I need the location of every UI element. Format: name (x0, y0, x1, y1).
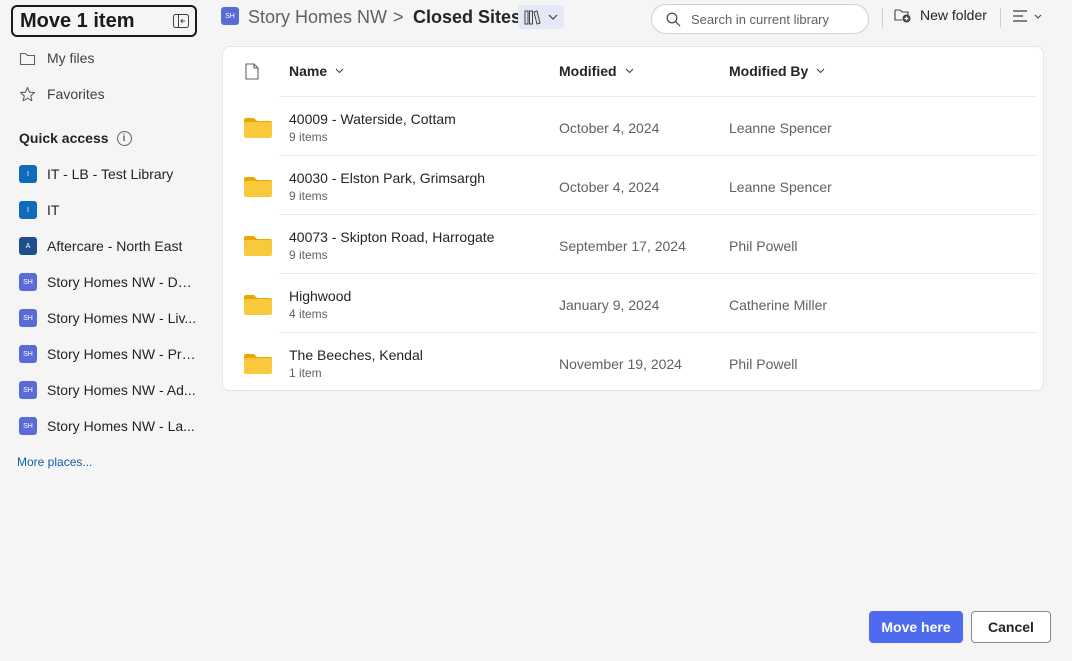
folder-name[interactable]: 40009 - Waterside, Cottam (289, 111, 456, 127)
file-type-icon (245, 63, 259, 80)
quick-access-item-label: Aftercare - North East (47, 238, 183, 254)
folder-name[interactable]: 40073 - Skipton Road, Harrogate (289, 229, 494, 245)
modified-by: Leanne Spencer (729, 120, 832, 136)
site-badge: SH (19, 273, 37, 291)
item-count: 9 items (289, 130, 328, 144)
new-folder-icon (894, 9, 911, 23)
table-row[interactable]: 40009 - Waterside, Cottam 9 items October … (244, 96, 1037, 156)
new-folder-button[interactable]: New folder (894, 7, 987, 23)
site-badge: SH (221, 7, 239, 25)
breadcrumb-current: Closed Sites (413, 7, 522, 27)
nav-my-files-label: My files (47, 50, 95, 66)
modified-date: October 4, 2024 (559, 120, 660, 136)
modified-date: November 19, 2024 (559, 356, 682, 372)
library-icon (524, 10, 541, 25)
modified-date: October 4, 2024 (559, 179, 660, 195)
column-header-modified-by[interactable]: Modified By (729, 63, 825, 79)
nav-favorites[interactable]: Favorites (19, 84, 105, 104)
quick-access-item-label: Story Homes NW - Liv... (47, 310, 197, 326)
quick-access-item[interactable]: SH Story Homes NW - Pre... (19, 344, 199, 364)
folder-icon (244, 354, 272, 374)
quick-access-item-label: Story Homes NW - Pre... (47, 346, 197, 362)
toolbar-divider (1000, 8, 1001, 28)
chevron-down-icon (816, 68, 825, 74)
item-count: 4 items (289, 307, 328, 321)
modified-date: September 17, 2024 (559, 238, 686, 254)
breadcrumb-root[interactable]: Story Homes NW (248, 7, 387, 28)
site-badge: SH (19, 381, 37, 399)
quick-access-item-label: IT - LB - Test Library (47, 166, 174, 182)
search-box[interactable] (651, 4, 869, 34)
quick-access-item-label: Story Homes NW - La... (47, 418, 195, 434)
breadcrumb-separator: > (393, 7, 404, 27)
item-count: 1 item (289, 366, 322, 380)
quick-access-item[interactable]: A Aftercare - North East (19, 236, 199, 256)
column-header-modified-by-label: Modified By (729, 63, 809, 79)
table-row[interactable]: 40030 - Elston Park, Grimsargh 9 items Oct… (244, 155, 1037, 215)
quick-access-item-label: Story Homes NW - Ad... (47, 382, 196, 398)
modified-by: Catherine Miller (729, 297, 828, 313)
folder-icon (244, 295, 272, 315)
dialog-title-box: Move 1 item (11, 5, 197, 37)
view-options-button[interactable] (1012, 9, 1042, 23)
chevron-down-icon (548, 14, 558, 20)
nav-my-files[interactable]: My files (19, 48, 94, 68)
table-row[interactable]: The Beeches, Kendal 1 item November 19, 20… (244, 332, 1037, 392)
site-badge: A (19, 237, 37, 255)
new-folder-label: New folder (920, 7, 987, 23)
table-row[interactable]: Highwood 4 items January 9, 2024 Catherine … (244, 273, 1037, 333)
folder-icon (244, 236, 272, 256)
nav-favorites-label: Favorites (47, 86, 105, 102)
quick-access-item[interactable]: I IT - LB - Test Library (19, 164, 199, 184)
library-switcher-button[interactable] (518, 5, 564, 29)
dialog-title: Move 1 item (20, 9, 135, 32)
folder-icon (244, 118, 272, 138)
modified-by: Phil Powell (729, 356, 798, 372)
chevron-down-icon (625, 68, 633, 74)
folder-name[interactable]: 40030 - Elston Park, Grimsargh (289, 170, 485, 186)
modified-by: Phil Powell (729, 238, 798, 254)
column-header-modified-label: Modified (559, 63, 617, 79)
collapse-pane-icon[interactable] (173, 14, 189, 28)
modified-date: January 9, 2024 (559, 297, 660, 313)
quick-access-item-label: IT (47, 202, 60, 218)
more-places-link[interactable]: More places... (17, 455, 92, 469)
quick-access-item-label: Story Homes NW - De... (47, 274, 197, 290)
cancel-button[interactable]: Cancel (971, 611, 1051, 643)
item-count: 9 items (289, 189, 328, 203)
info-icon[interactable]: i (116, 130, 132, 146)
search-input[interactable] (689, 10, 863, 28)
folder-outline-icon (19, 52, 36, 65)
list-view-icon (1013, 10, 1027, 22)
column-header-name-label: Name (289, 63, 328, 79)
site-badge: SH (19, 309, 37, 327)
quick-access-item[interactable]: SH Story Homes NW - La... (19, 416, 199, 436)
quick-access-item[interactable]: SH Story Homes NW - Ad... (19, 380, 199, 400)
site-badge: I (19, 201, 37, 219)
search-icon (666, 12, 681, 26)
item-count: 9 items (289, 248, 328, 262)
star-icon (19, 86, 36, 101)
site-badge: SH (19, 345, 37, 363)
chevron-down-icon (1034, 14, 1042, 19)
chevron-down-icon (335, 68, 344, 74)
quick-access-item[interactable]: SH Story Homes NW - Liv... (19, 308, 199, 328)
folder-name[interactable]: Highwood (289, 288, 351, 304)
quick-access-label: Quick access (19, 130, 109, 146)
table-row[interactable]: 40073 - Skipton Road, Harrogate 9 items Se… (244, 214, 1037, 274)
move-here-button[interactable]: Move here (869, 611, 963, 643)
column-header-name[interactable]: Name (289, 63, 344, 79)
column-header-modified[interactable]: Modified (559, 63, 634, 79)
quick-access-item[interactable]: I IT (19, 200, 199, 220)
folder-name[interactable]: The Beeches, Kendal (289, 347, 423, 363)
folder-icon (244, 177, 272, 197)
file-list: Name Modified Modified By 40009 - Waters… (222, 46, 1044, 391)
toolbar-divider (882, 8, 883, 28)
site-badge: I (19, 165, 37, 183)
site-badge: SH (19, 417, 37, 435)
quick-access-heading: Quick access i (19, 130, 132, 146)
quick-access-item[interactable]: SH Story Homes NW - De... (19, 272, 199, 292)
modified-by: Leanne Spencer (729, 179, 832, 195)
